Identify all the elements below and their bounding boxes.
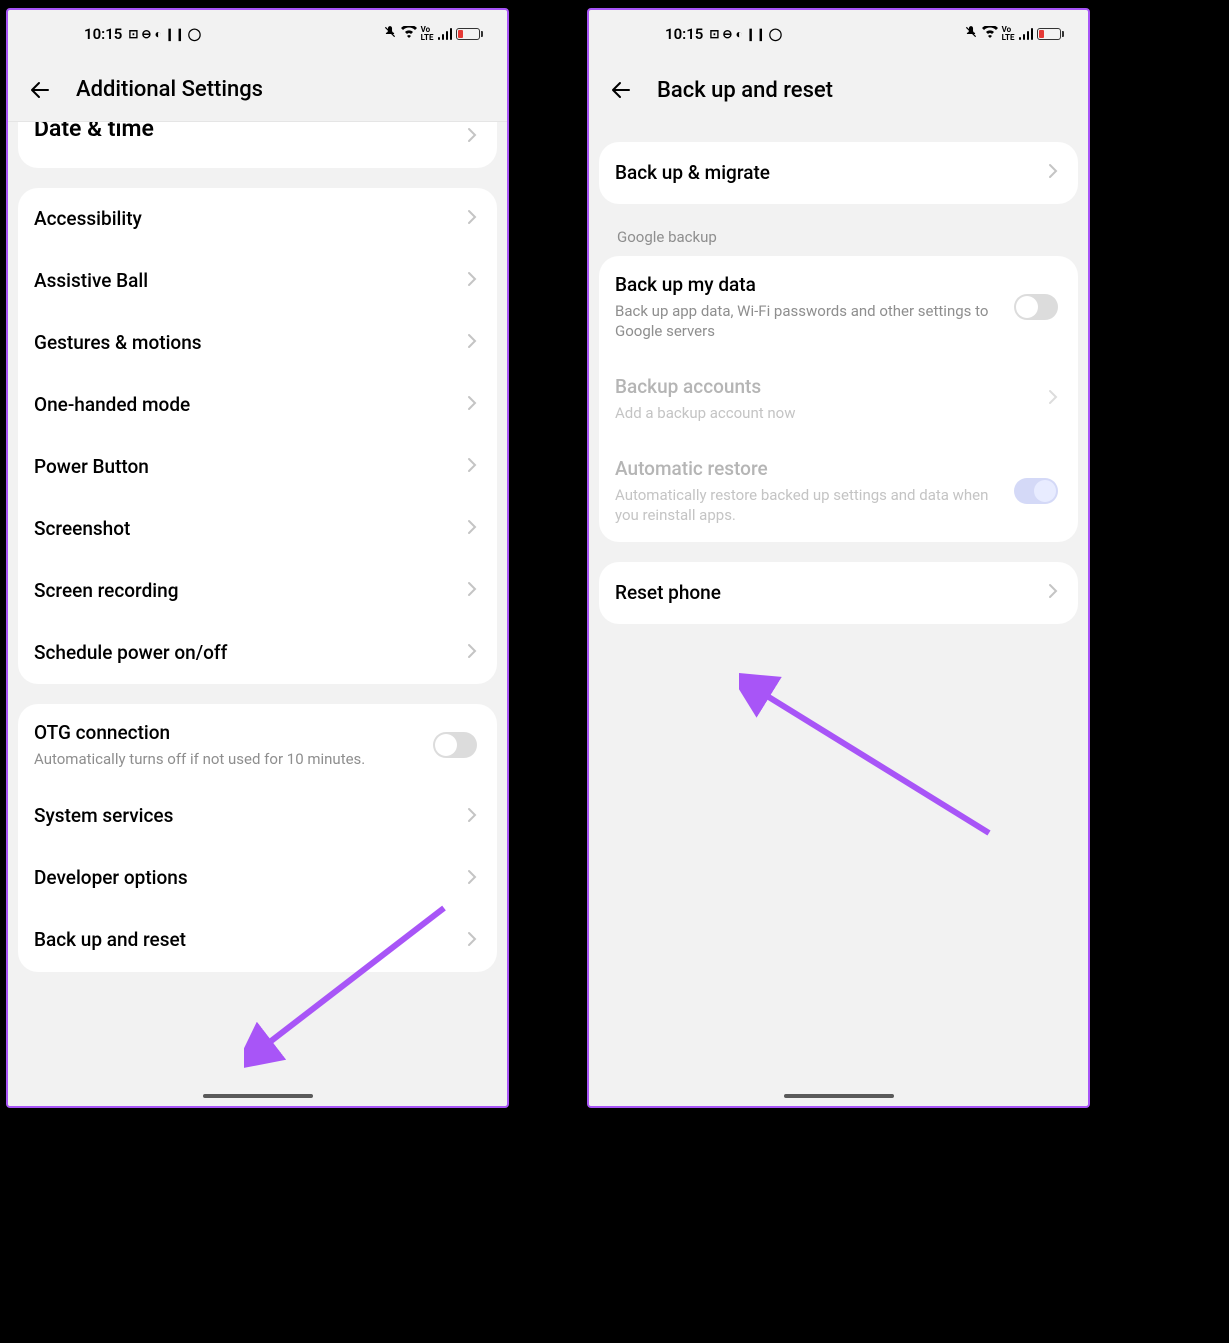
chevron-right-icon	[467, 931, 477, 951]
chevron-right-icon	[467, 395, 477, 415]
row-backup-my-data[interactable]: Back up my data Back up app data, Wi-Fi …	[599, 256, 1078, 358]
chevron-right-icon	[467, 869, 477, 889]
chevron-right-icon	[467, 807, 477, 827]
row-gestures-motions[interactable]: Gestures & motions	[18, 312, 497, 374]
signal-icon	[1019, 28, 1034, 40]
mute-icon	[964, 25, 978, 43]
page-title: Back up and reset	[657, 78, 833, 103]
chevron-right-icon	[467, 209, 477, 229]
chevron-right-icon	[467, 127, 477, 147]
header: Additional Settings	[8, 58, 507, 122]
row-assistive-ball[interactable]: Assistive Ball	[18, 250, 497, 312]
row-back-up-and-reset[interactable]: Back up and reset	[18, 910, 497, 972]
wifi-icon	[982, 26, 998, 42]
row-screen-recording[interactable]: Screen recording	[18, 560, 497, 622]
settings-card-1: Accessibility Assistive Ball Gestures & …	[18, 188, 497, 684]
card-reset: Reset phone	[599, 562, 1078, 624]
row-screenshot[interactable]: Screenshot	[18, 498, 497, 560]
wifi-icon	[401, 26, 417, 42]
back-button[interactable]	[26, 76, 54, 104]
chevron-right-icon	[467, 271, 477, 291]
lte-icon: VoLTE	[1002, 26, 1015, 42]
back-button[interactable]	[607, 76, 635, 104]
row-backup-accounts[interactable]: Backup accounts Add a backup account now	[599, 358, 1078, 440]
signal-icon	[438, 28, 453, 40]
status-icons-left: ⊡ ⊖ ◐ ❙❙ ◯	[709, 27, 782, 41]
settings-card-partial: Date & time	[18, 122, 497, 168]
row-system-services[interactable]: System services	[18, 786, 497, 848]
status-bar: 10:15 ⊡ ⊖ ◐ ❙❙ ◯ VoLTE	[589, 10, 1088, 58]
status-time: 10:15	[665, 25, 703, 43]
card-backup-migrate: Back up & migrate	[599, 142, 1078, 204]
row-reset-phone[interactable]: Reset phone	[599, 562, 1078, 624]
battery-icon	[1037, 28, 1064, 40]
status-icons-left: ⊡ ⊖ ◐ ❙❙ ◯	[128, 27, 201, 41]
status-bar: 10:15 ⊡ ⊖ ◐ ❙❙ ◯ VoLTE	[8, 10, 507, 58]
otg-toggle[interactable]	[433, 732, 477, 758]
row-power-button[interactable]: Power Button	[18, 436, 497, 498]
row-backup-migrate[interactable]: Back up & migrate	[599, 142, 1078, 204]
chevron-right-icon	[1048, 389, 1058, 409]
chevron-right-icon	[1048, 583, 1058, 603]
lte-icon: VoLTE	[421, 26, 434, 42]
row-date-time[interactable]: Date & time	[18, 122, 497, 168]
row-automatic-restore[interactable]: Automatic restore Automatically restore …	[599, 440, 1078, 542]
page-title: Additional Settings	[76, 77, 263, 102]
chevron-right-icon	[467, 581, 477, 601]
card-google-backup: Back up my data Back up app data, Wi-Fi …	[599, 256, 1078, 542]
row-accessibility[interactable]: Accessibility	[18, 188, 497, 250]
home-indicator[interactable]	[784, 1094, 894, 1098]
backup-data-toggle[interactable]	[1014, 294, 1058, 320]
chevron-right-icon	[467, 333, 477, 353]
status-time: 10:15	[84, 25, 122, 43]
home-indicator[interactable]	[203, 1094, 313, 1098]
screenshot-additional-settings: 10:15 ⊡ ⊖ ◐ ❙❙ ◯ VoLTE Additional Settin…	[6, 8, 509, 1108]
row-one-handed-mode[interactable]: One-handed mode	[18, 374, 497, 436]
chevron-right-icon	[467, 457, 477, 477]
row-schedule-power[interactable]: Schedule power on/off	[18, 622, 497, 684]
row-developer-options[interactable]: Developer options	[18, 848, 497, 910]
chevron-right-icon	[467, 643, 477, 663]
auto-restore-toggle[interactable]	[1014, 478, 1058, 504]
settings-card-2: OTG connection Automatically turns off i…	[18, 704, 497, 972]
header: Back up and reset	[589, 58, 1088, 122]
section-google-backup: Google backup	[599, 204, 1078, 256]
mute-icon	[383, 25, 397, 43]
chevron-right-icon	[1048, 163, 1058, 183]
chevron-right-icon	[467, 519, 477, 539]
row-otg-connection[interactable]: OTG connection Automatically turns off i…	[18, 704, 497, 786]
screenshot-backup-reset: 10:15 ⊡ ⊖ ◐ ❙❙ ◯ VoLTE Back up and reset…	[587, 8, 1090, 1108]
battery-icon	[456, 28, 483, 40]
